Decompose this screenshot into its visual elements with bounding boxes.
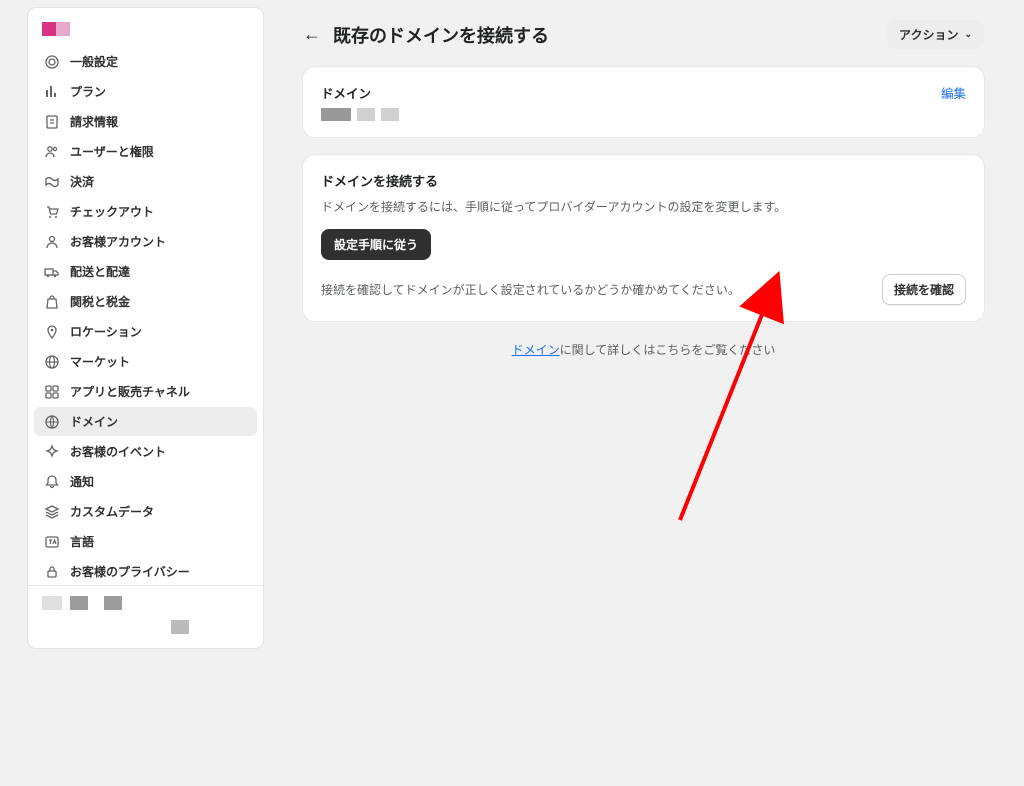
sidebar-item-label: アプリと販売チャネル bbox=[70, 383, 190, 400]
invoice-icon bbox=[44, 114, 60, 130]
sidebar-item-label: プラン bbox=[70, 83, 106, 100]
users-icon bbox=[44, 144, 60, 160]
domain-icon bbox=[44, 414, 60, 430]
actions-label: アクション bbox=[899, 26, 958, 43]
sidebar-item-label: ユーザーと権限 bbox=[70, 143, 154, 160]
sidebar-item-gear[interactable]: 一般設定 bbox=[34, 47, 257, 76]
stack-icon bbox=[44, 504, 60, 520]
account-icon bbox=[44, 234, 60, 250]
help-link[interactable]: ドメイン bbox=[512, 343, 560, 357]
connect-title: ドメインを接続する bbox=[321, 171, 966, 190]
sidebar-item-chart[interactable]: プラン bbox=[34, 77, 257, 106]
help-text: ドメインに関して詳しくはこちらをご覧ください bbox=[303, 341, 984, 358]
connect-desc: ドメインを接続するには、手順に従ってプロバイダーアカウントの設定を変更します。 bbox=[321, 198, 966, 215]
sidebar-item-label: お客様アカウント bbox=[70, 233, 166, 250]
sidebar-item-domain[interactable]: ドメイン bbox=[34, 407, 257, 436]
sidebar-item-pin[interactable]: ロケーション bbox=[34, 317, 257, 346]
pin-icon bbox=[44, 324, 60, 340]
brand-block bbox=[28, 8, 263, 46]
domain-card: ドメイン 編集 bbox=[303, 67, 984, 137]
edit-link[interactable]: 編集 bbox=[941, 83, 966, 102]
payment-icon bbox=[44, 174, 60, 190]
truck-icon bbox=[44, 264, 60, 280]
domain-label: ドメイン bbox=[321, 83, 371, 102]
sidebar-item-label: 決済 bbox=[70, 173, 94, 190]
sidebar-item-lock[interactable]: お客様のプライバシー bbox=[34, 557, 257, 585]
verify-desc: 接続を確認してドメインが正しく設定されているかどうか確かめてください。 bbox=[321, 281, 868, 298]
settings-sidebar: 一般設定プラン請求情報ユーザーと権限決済チェックアウトお客様アカウント配送と配達… bbox=[28, 8, 263, 648]
sidebar-item-apps[interactable]: アプリと販売チャネル bbox=[34, 377, 257, 406]
sidebar-nav: 一般設定プラン請求情報ユーザーと権限決済チェックアウトお客様アカウント配送と配達… bbox=[28, 46, 263, 585]
lock-icon bbox=[44, 564, 60, 580]
follow-steps-button[interactable]: 設定手順に従う bbox=[321, 229, 431, 260]
apps-icon bbox=[44, 384, 60, 400]
domain-value-redacted bbox=[321, 108, 966, 121]
sidebar-item-label: 言語 bbox=[70, 533, 94, 550]
sidebar-item-label: ドメイン bbox=[70, 413, 118, 430]
sidebar-item-bag[interactable]: 関税と税金 bbox=[34, 287, 257, 316]
sidebar-item-account[interactable]: お客様アカウント bbox=[34, 227, 257, 256]
sidebar-item-stack[interactable]: カスタムデータ bbox=[34, 497, 257, 526]
sidebar-item-truck[interactable]: 配送と配達 bbox=[34, 257, 257, 286]
sidebar-item-label: 配送と配達 bbox=[70, 263, 130, 280]
sidebar-item-label: 一般設定 bbox=[70, 53, 118, 70]
sidebar-item-label: 関税と税金 bbox=[70, 293, 130, 310]
sidebar-item-users[interactable]: ユーザーと権限 bbox=[34, 137, 257, 166]
sidebar-item-spark[interactable]: お客様のイベント bbox=[34, 437, 257, 466]
sidebar-item-label: お客様のプライバシー bbox=[70, 563, 190, 580]
sidebar-item-lang[interactable]: 言語 bbox=[34, 527, 257, 556]
sidebar-item-label: お客様のイベント bbox=[70, 443, 166, 460]
cart-icon bbox=[44, 204, 60, 220]
actions-dropdown-button[interactable]: アクション ⌄ bbox=[887, 20, 984, 49]
verify-connection-button[interactable]: 接続を確認 bbox=[882, 274, 966, 305]
sidebar-item-bell[interactable]: 通知 bbox=[34, 467, 257, 496]
sidebar-item-label: ロケーション bbox=[70, 323, 142, 340]
spark-icon bbox=[44, 444, 60, 460]
sidebar-item-label: チェックアウト bbox=[70, 203, 154, 220]
lang-icon bbox=[44, 534, 60, 550]
connect-card: ドメインを接続する ドメインを接続するには、手順に従ってプロバイダーアカウントの… bbox=[303, 155, 984, 321]
sidebar-item-globe[interactable]: マーケット bbox=[34, 347, 257, 376]
sidebar-item-label: マーケット bbox=[70, 353, 130, 370]
chart-icon bbox=[44, 84, 60, 100]
bag-icon bbox=[44, 294, 60, 310]
page-title: 既存のドメインを接続する bbox=[333, 22, 875, 48]
bell-icon bbox=[44, 474, 60, 490]
sidebar-item-payment[interactable]: 決済 bbox=[34, 167, 257, 196]
chevron-down-icon: ⌄ bbox=[964, 29, 972, 40]
sidebar-item-label: カスタムデータ bbox=[70, 503, 154, 520]
help-rest: に関して詳しくはこちらをご覧ください bbox=[560, 343, 776, 357]
sidebar-item-label: 通知 bbox=[70, 473, 94, 490]
sidebar-item-label: 請求情報 bbox=[70, 113, 118, 130]
sidebar-item-cart[interactable]: チェックアウト bbox=[34, 197, 257, 226]
gear-icon bbox=[44, 54, 60, 70]
globe-icon bbox=[44, 354, 60, 370]
sidebar-footer bbox=[28, 585, 263, 648]
sidebar-item-invoice[interactable]: 請求情報 bbox=[34, 107, 257, 136]
main-content: ← 既存のドメインを接続する アクション ⌄ ドメイン 編集 ドメインを接続する… bbox=[263, 8, 1024, 786]
back-arrow-icon[interactable]: ← bbox=[303, 24, 321, 45]
